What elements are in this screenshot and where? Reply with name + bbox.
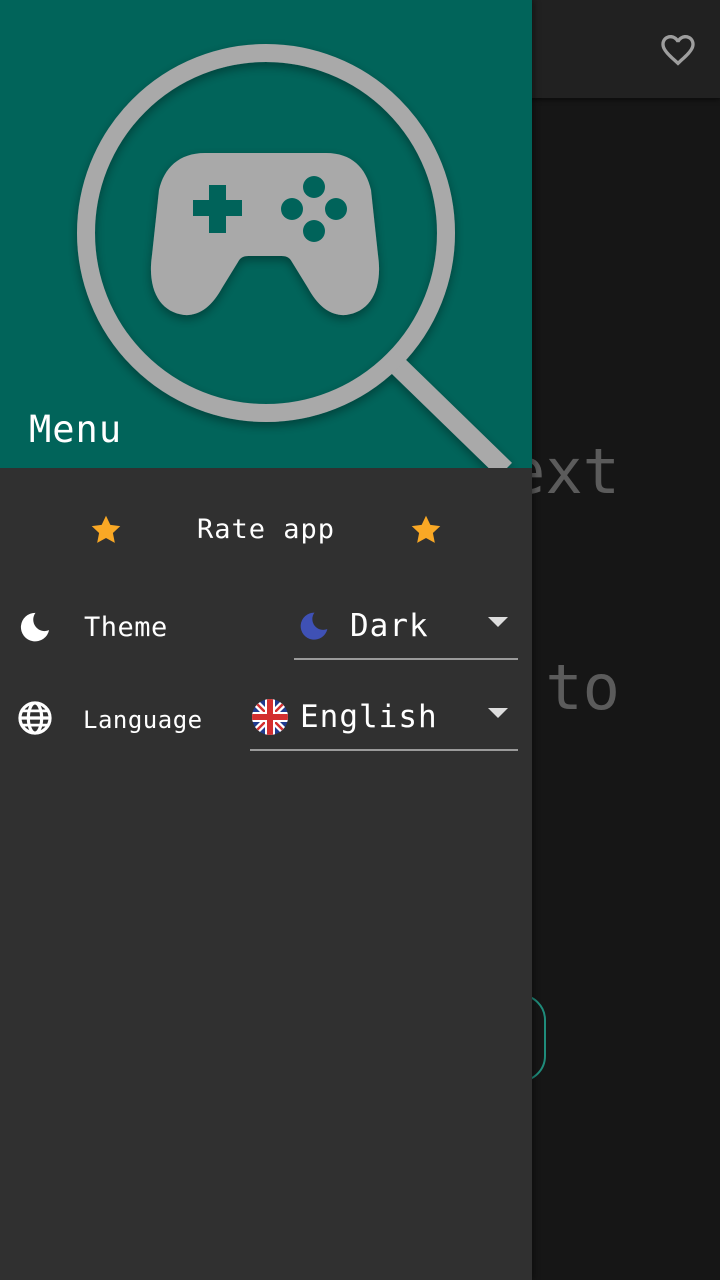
- moon-icon: [300, 612, 328, 640]
- language-setting-row: Language English: [0, 683, 532, 753]
- drawer-header-title: Menu: [29, 408, 123, 451]
- moon-icon: [20, 612, 50, 642]
- theme-dropdown[interactable]: Dark: [294, 592, 518, 660]
- navigation-drawer: Menu Rate app Theme Dark Language Englis…: [0, 0, 532, 1280]
- dropdown-arrow-icon: [488, 708, 508, 718]
- gamepad-search-icon: [77, 44, 512, 468]
- uk-flag-icon: [252, 699, 288, 735]
- heart-outline-icon: [661, 35, 695, 66]
- screen: ext to Menu Rate app Theme Dark Language…: [0, 0, 720, 1280]
- rate-app-label[interactable]: Rate app: [0, 512, 532, 548]
- drawer-header: Menu: [0, 0, 532, 468]
- star-icon: [411, 515, 441, 543]
- language-selected-value: English: [300, 699, 438, 735]
- dropdown-arrow-icon: [488, 617, 508, 627]
- favorite-button[interactable]: [652, 24, 704, 76]
- theme-setting-row: Theme Dark: [0, 592, 532, 662]
- theme-selected-value: Dark: [350, 608, 429, 644]
- language-dropdown[interactable]: English: [250, 683, 518, 751]
- language-label: Language: [83, 706, 203, 734]
- theme-label: Theme: [84, 612, 168, 643]
- globe-icon: [18, 701, 52, 735]
